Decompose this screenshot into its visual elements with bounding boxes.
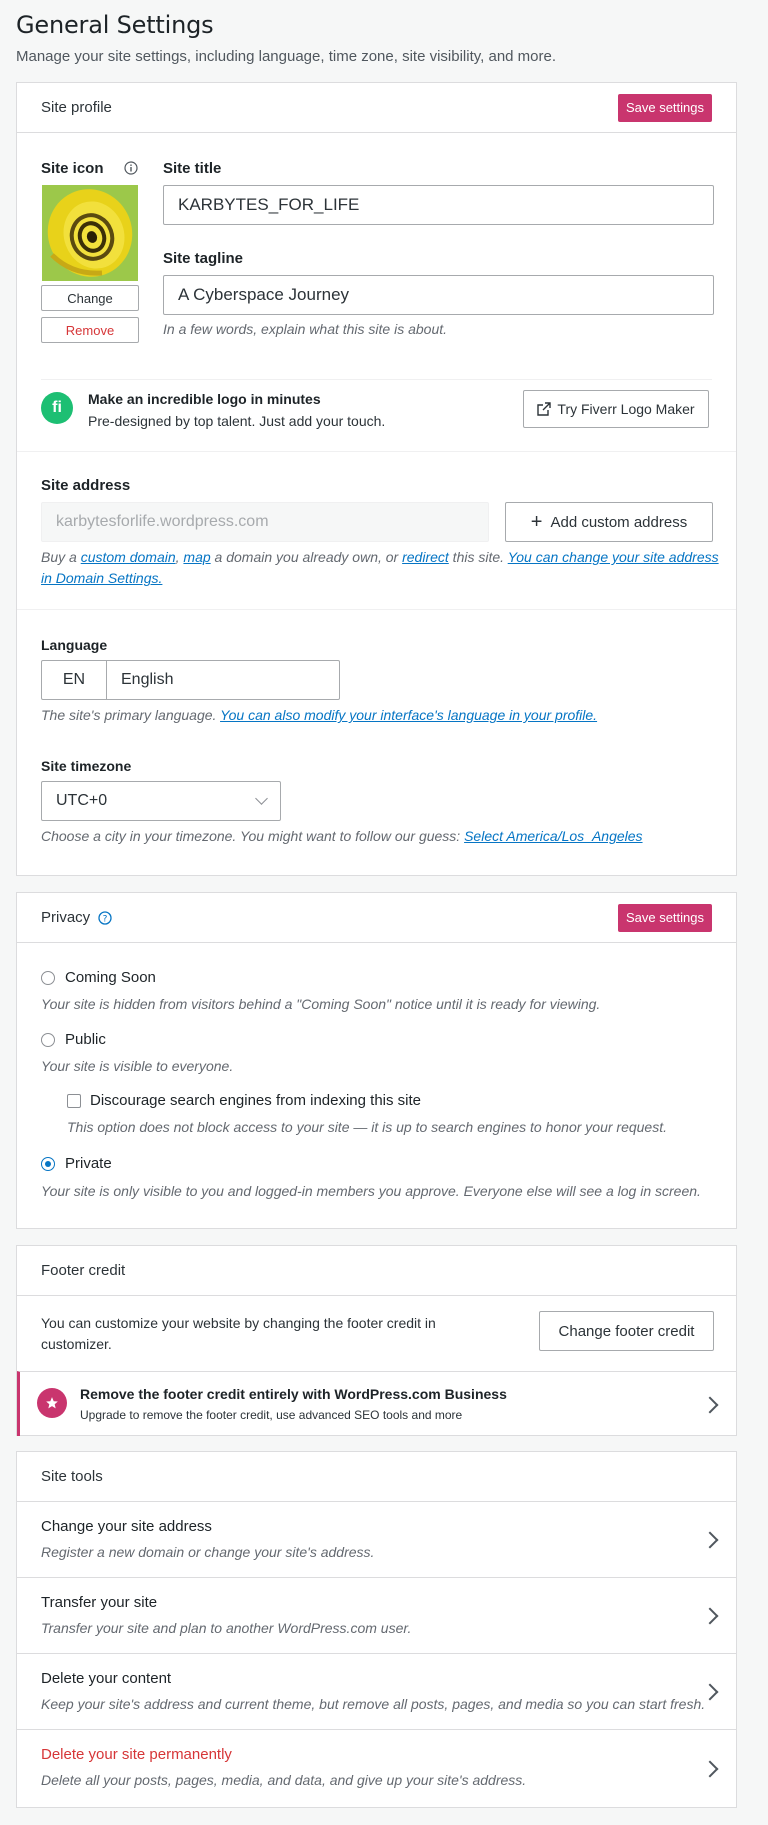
privacy-header: Privacy ? Save settings [17,893,736,943]
public-hint: Your site is visible to everyone. [41,1058,234,1074]
private-radio[interactable] [41,1157,55,1171]
chevron-right-icon [701,1607,719,1625]
site-address-hint: Buy a custom domain, map a domain you al… [41,549,719,586]
site-address-label: Site address [41,477,131,494]
language-name: English [121,671,174,688]
divider [17,609,736,610]
star-icon [37,1388,67,1418]
footer-credit-header: Footer credit [17,1246,736,1296]
coming-soon-radio[interactable] [41,971,55,985]
page-subtitle: Manage your site settings, including lan… [16,48,557,65]
site-tool-desc: Transfer your site and plan to another W… [41,1620,412,1636]
site-profile-header: Site profile Save settings [17,83,736,133]
site-tools-title: Site tools [41,1468,103,1485]
privacy-save-button[interactable]: Save settings [617,903,712,932]
language-picker[interactable]: EN English [41,660,340,700]
public-label[interactable]: Public [65,1031,106,1048]
chevron-down-icon [255,792,268,805]
privacy-title: Privacy [41,909,91,926]
private-label[interactable]: Private [65,1155,112,1172]
footer-upsell-subtitle: Upgrade to remove the footer credit, use… [80,1408,463,1422]
chevron-right-icon [701,1760,719,1778]
footer-credit-text: You can customize your website by changi… [41,1315,436,1352]
chevron-right-icon [701,1531,719,1549]
discourage-search-hint: This option does not block access to you… [67,1119,667,1135]
plus-icon: + [530,511,543,533]
privacy-title-wrap: Privacy ? [41,909,112,926]
site-profile-card: Site profile Save settings Site icon Cha… [16,82,737,876]
change-footer-credit-button[interactable]: Change footer credit [539,1311,714,1351]
fiverr-button[interactable]: Try Fiverr Logo Maker [523,390,709,428]
divider [41,379,712,380]
language-code: EN [42,661,107,699]
site-tool-delete-site[interactable]: Delete your site permanently Delete all … [17,1729,736,1807]
timezone-hint: Choose a city in your timezone. You migh… [41,828,643,844]
timezone-label: Site timezone [41,758,132,774]
site-tool-transfer[interactable]: Transfer your site Transfer your site an… [17,1577,736,1653]
site-address-input: karbytesforlife.wordpress.com [41,502,489,542]
site-icon-image [42,185,138,281]
fiverr-button-label: Try Fiverr Logo Maker [557,401,695,417]
site-tagline-hint: In a few words, explain what this site i… [163,321,448,337]
coming-soon-label[interactable]: Coming Soon [65,969,156,986]
site-tagline-input[interactable]: A Cyberspace Journey [163,275,714,315]
timezone-select[interactable]: UTC+0 [41,781,281,821]
footer-upsell-title: Remove the footer credit entirely with W… [80,1386,507,1402]
discourage-search-label[interactable]: Discourage search engines from indexing … [90,1092,421,1109]
site-icon-label: Site icon [41,160,104,177]
chevron-right-icon [701,1396,719,1414]
page-title: General Settings [16,11,214,39]
map-domain-link[interactable]: map [183,549,210,565]
site-tool-desc: Delete all your posts, pages, media, and… [41,1772,527,1788]
fiverr-subtitle: Pre-designed by top talent. Just add you… [88,413,386,429]
site-tool-title: Delete your content [41,1670,172,1687]
fiverr-logo-icon: fi [41,392,73,424]
redirect-link[interactable]: redirect [402,549,449,565]
svg-text:?: ? [103,914,108,924]
public-radio[interactable] [41,1033,55,1047]
info-icon[interactable] [124,161,138,175]
discourage-search-checkbox[interactable] [67,1094,81,1108]
add-custom-address-button[interactable]: + Add custom address [505,502,713,542]
remove-icon-button[interactable]: Remove [41,317,139,343]
change-icon-button[interactable]: Change [41,285,139,311]
coming-soon-hint: Your site is hidden from visitors behind… [41,996,601,1012]
privacy-card: Privacy ? Save settings Coming Soon Your… [16,892,737,1229]
site-tool-title: Change your site address [41,1518,212,1535]
divider [17,451,736,452]
save-settings-button[interactable]: Save settings [617,93,712,122]
footer-credit-title: Footer credit [41,1262,126,1279]
site-title-input[interactable]: KARBYTES_FOR_LIFE [163,185,714,225]
site-title-label: Site title [163,160,222,177]
site-tools-header: Site tools [17,1452,736,1502]
site-tool-delete-content[interactable]: Delete your content Keep your site's add… [17,1653,736,1729]
interface-language-link[interactable]: You can also modify your interface's lan… [220,707,597,723]
external-link-icon [537,402,552,416]
timezone-value: UTC+0 [56,792,108,809]
footer-credit-card: Footer credit You can customize your web… [16,1245,737,1436]
custom-domain-link[interactable]: custom domain [81,549,176,565]
page-header: General Settings Manage your site settin… [0,0,768,74]
private-hint: Your site is only visible to you and log… [41,1183,701,1199]
site-tools-card: Site tools Change your site address Regi… [16,1451,737,1808]
footer-upsell-banner[interactable]: Remove the footer credit entirely with W… [17,1371,736,1436]
site-tool-title: Delete your site permanently [41,1746,232,1763]
site-tool-title: Transfer your site [41,1594,158,1611]
site-tagline-label: Site tagline [163,250,244,267]
site-tool-desc: Register a new domain or change your sit… [41,1544,375,1560]
site-tool-desc: Keep your site's address and current the… [41,1696,706,1712]
fiverr-title: Make an incredible logo in minutes [88,391,321,407]
help-icon[interactable]: ? [98,910,112,925]
language-label: Language [41,637,108,653]
add-custom-address-label: Add custom address [550,513,688,531]
language-hint: The site's primary language. You can als… [41,707,598,723]
site-profile-title: Site profile [41,99,112,116]
timezone-guess-link[interactable]: Select America/Los_Angeles [464,828,642,844]
site-tool-change-address[interactable]: Change your site address Register a new … [17,1501,736,1577]
